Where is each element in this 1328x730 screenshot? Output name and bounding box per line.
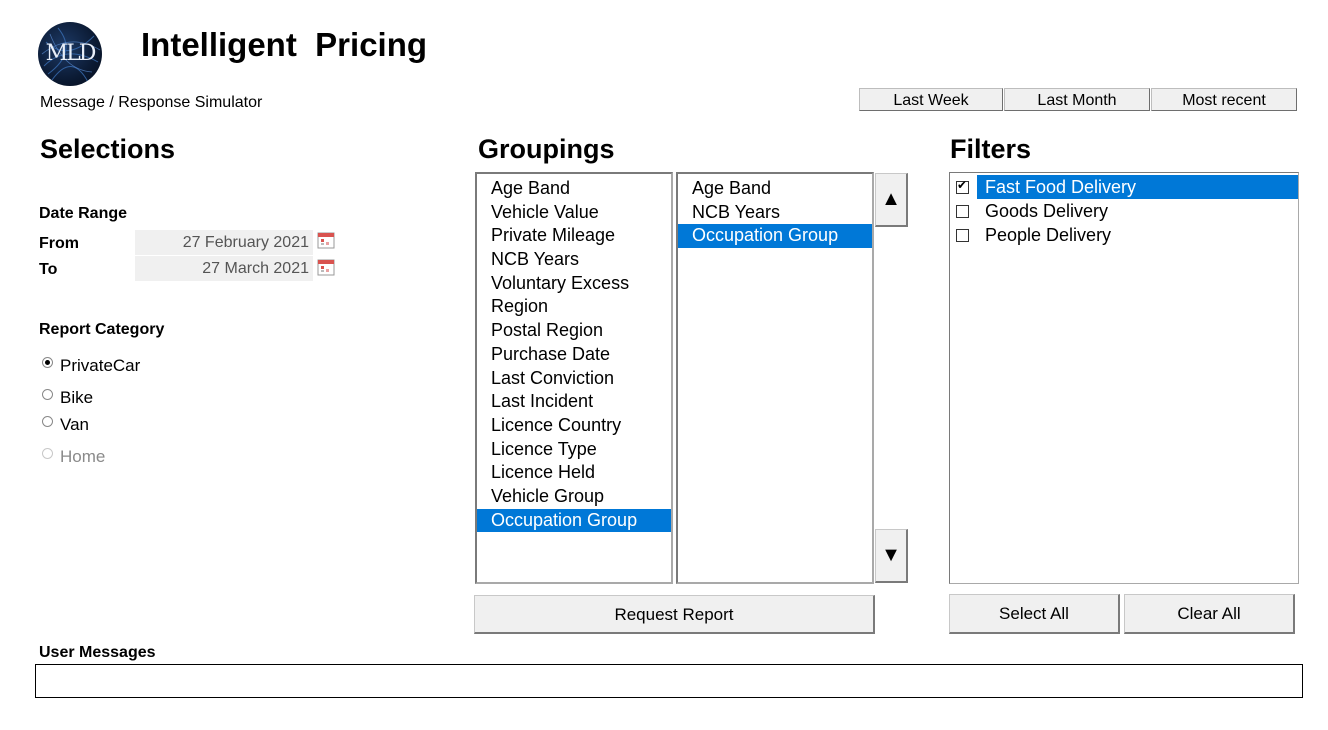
filter-label: Fast Food Delivery bbox=[977, 175, 1298, 199]
list-item[interactable]: Region bbox=[477, 295, 671, 319]
radio-label: PrivateCar bbox=[60, 356, 141, 375]
logo-text: MLD bbox=[45, 41, 97, 66]
user-messages-box[interactable] bbox=[35, 664, 1303, 698]
groupings-heading: Groupings bbox=[478, 134, 615, 164]
list-item[interactable]: Age Band bbox=[477, 177, 671, 201]
list-item[interactable]: Last Incident bbox=[477, 390, 671, 414]
list-item[interactable]: Private Mileage bbox=[477, 224, 671, 248]
list-item[interactable]: Purchase Date bbox=[477, 343, 671, 367]
select-all-button[interactable]: Select All bbox=[949, 594, 1120, 634]
filter-label: People Delivery bbox=[985, 225, 1112, 245]
radio-label: Van bbox=[60, 415, 89, 434]
last-month-button[interactable]: Last Month bbox=[1004, 88, 1150, 111]
list-item[interactable]: Occupation Group bbox=[477, 508, 671, 533]
from-calendar-icon[interactable] bbox=[317, 231, 335, 254]
radio-button bbox=[42, 447, 53, 459]
up-arrow-icon: ▲ bbox=[881, 188, 901, 210]
list-item[interactable]: Vehicle Value bbox=[477, 201, 671, 225]
request-report-button[interactable]: Request Report bbox=[474, 595, 875, 634]
list-item[interactable]: Licence Country bbox=[477, 414, 671, 438]
to-label: To bbox=[39, 261, 58, 278]
report-category-label: Report Category bbox=[39, 321, 165, 338]
move-up-button[interactable]: ▲ bbox=[875, 173, 908, 227]
list-item[interactable]: Licence Type bbox=[477, 438, 671, 462]
checkbox[interactable] bbox=[956, 228, 969, 242]
clear-all-button[interactable]: Clear All bbox=[1124, 594, 1295, 634]
filter-item[interactable]: People Delivery bbox=[950, 223, 1298, 247]
app-title: Intelligent Pricing bbox=[141, 26, 428, 63]
list-item[interactable]: Occupation Group bbox=[678, 224, 872, 249]
filter-label: Goods Delivery bbox=[985, 201, 1109, 221]
selections-heading: Selections bbox=[40, 134, 176, 164]
radio-button[interactable] bbox=[42, 415, 53, 427]
radio-button[interactable] bbox=[42, 388, 53, 400]
to-date-field[interactable]: 27 March 2021 bbox=[135, 256, 313, 281]
chosen-groupings-list[interactable]: Age Band NCB Years Occupation Group bbox=[676, 172, 874, 584]
list-item[interactable]: Last Conviction bbox=[477, 367, 671, 391]
radio-home: Home bbox=[42, 447, 105, 467]
checkbox[interactable] bbox=[956, 178, 969, 194]
checkbox[interactable] bbox=[956, 204, 969, 218]
user-messages-label: User Messages bbox=[39, 644, 156, 661]
radio-privatecar[interactable]: PrivateCar bbox=[42, 356, 140, 376]
move-down-button[interactable]: ▼ bbox=[875, 529, 908, 583]
list-item[interactable]: NCB Years bbox=[477, 248, 671, 272]
list-item[interactable]: Licence Held bbox=[477, 461, 671, 485]
from-label: From bbox=[39, 235, 79, 252]
last-week-button[interactable]: Last Week bbox=[859, 88, 1003, 111]
available-groupings-list[interactable]: Age Band Vehicle Value Private Mileage NCB … bbox=[475, 172, 673, 584]
filters-heading: Filters bbox=[950, 134, 1032, 164]
from-date-field[interactable]: 27 February 2021 bbox=[135, 230, 313, 255]
list-item[interactable]: Age Band bbox=[678, 177, 872, 201]
list-item[interactable]: Voluntary Excess bbox=[477, 272, 671, 296]
radio-label: Home bbox=[60, 447, 106, 466]
date-range-label: Date Range bbox=[39, 205, 128, 222]
radio-van[interactable]: Van bbox=[42, 415, 89, 435]
app-subtitle: Message / Response Simulator bbox=[40, 94, 263, 111]
radio-bike[interactable]: Bike bbox=[42, 388, 93, 408]
down-arrow-icon: ▼ bbox=[881, 544, 901, 566]
to-calendar-icon[interactable] bbox=[317, 258, 335, 281]
filter-item[interactable]: Goods Delivery bbox=[950, 199, 1298, 223]
mld-logo: MLD bbox=[38, 22, 102, 86]
list-item[interactable]: Postal Region bbox=[477, 319, 671, 343]
filters-list[interactable]: Fast Food DeliveryGoods Delivery People D… bbox=[949, 172, 1299, 584]
most-recent-button[interactable]: Most recent bbox=[1151, 88, 1297, 111]
list-item[interactable]: NCB Years bbox=[678, 201, 872, 225]
radio-button[interactable] bbox=[42, 356, 53, 368]
filter-item[interactable]: Fast Food Delivery bbox=[950, 175, 1298, 199]
list-item[interactable]: Vehicle Group bbox=[477, 485, 671, 509]
radio-label: Bike bbox=[60, 388, 94, 407]
